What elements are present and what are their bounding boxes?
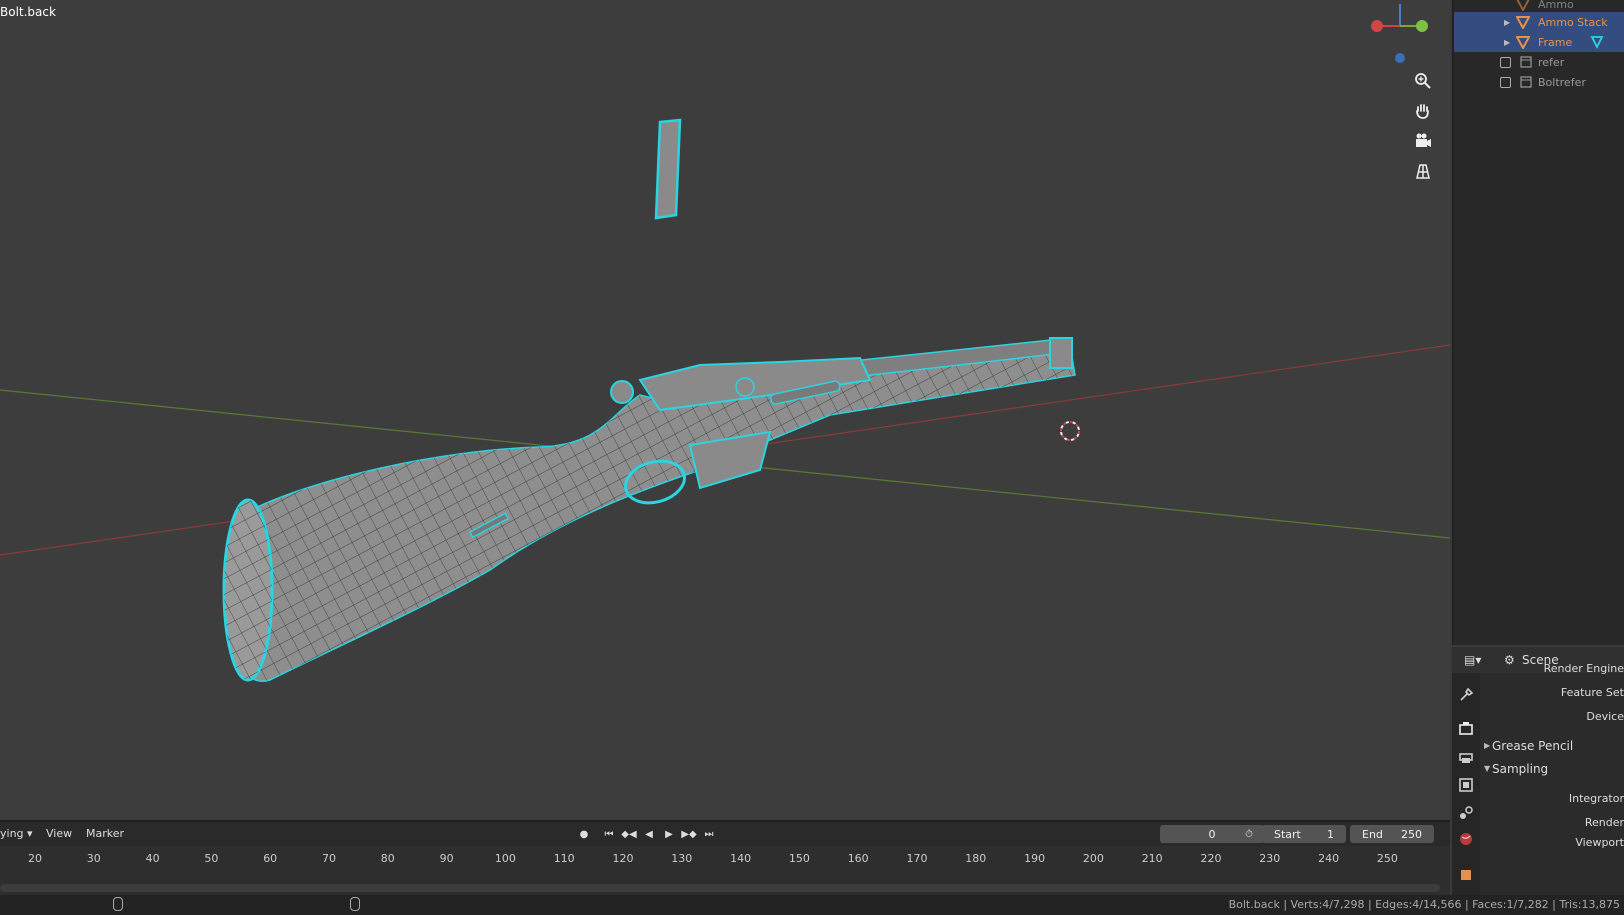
viewport-scene[interactable] — [0, 0, 1450, 820]
frame-tick-label: 150 — [788, 852, 810, 865]
viewport-samples-label: Viewport — [1575, 836, 1624, 849]
render-samples-label: Render — [1584, 816, 1624, 829]
prev-keyframe-icon[interactable]: ◆◀ — [620, 825, 638, 843]
frame-tick-label: 120 — [612, 852, 634, 865]
3d-viewport[interactable]: Bolt.back — [0, 0, 1450, 820]
frame-tick-label: 80 — [380, 852, 395, 865]
scene-tab-icon[interactable] — [1458, 805, 1474, 821]
frame-tick-label: 140 — [730, 852, 752, 865]
3d-cursor[interactable] — [1060, 421, 1080, 441]
expand-icon[interactable]: ▶ — [1504, 18, 1510, 27]
frame-tick-label: 250 — [1376, 852, 1398, 865]
camera-icon[interactable] — [1410, 128, 1436, 154]
object-tab-icon[interactable] — [1458, 867, 1474, 883]
frame-tick-label: 210 — [1141, 852, 1163, 865]
editor-type-icon[interactable]: ▤▾ — [1464, 653, 1481, 667]
expanded-arrow-icon: ▼ — [1484, 764, 1491, 773]
frame-tick-label: 70 — [322, 852, 336, 865]
mesh-icon — [1516, 0, 1530, 11]
view-menu[interactable]: View — [46, 827, 72, 840]
outliner-item-frame[interactable]: ▶ Frame — [1454, 32, 1624, 52]
timeline-scrollbar[interactable] — [0, 884, 1440, 892]
integrator-label: Integrator — [1568, 792, 1624, 805]
view-layer-tab-icon[interactable] — [1458, 777, 1474, 793]
play-icon[interactable]: ▶ — [660, 825, 678, 843]
properties-tabs — [1452, 673, 1480, 895]
frame-tick-label: 240 — [1318, 852, 1340, 865]
outliner-item-ammo-stack[interactable]: ▶ Ammo Stack — [1454, 12, 1624, 32]
mode-dropdown[interactable]: ying ▾ — [0, 827, 33, 840]
frame-tick-label: 90 — [439, 852, 454, 865]
exclude-checkbox[interactable] — [1500, 56, 1511, 68]
mesh-icon — [1516, 36, 1530, 49]
device-label: Device — [1586, 710, 1624, 723]
hand-icon[interactable] — [1410, 98, 1436, 124]
stopwatch-icon[interactable]: ⏱ — [1240, 825, 1258, 843]
jump-start-icon[interactable]: ⏮ — [600, 825, 618, 843]
modifier-icon[interactable] — [1590, 35, 1604, 49]
zoom-icon[interactable] — [1410, 68, 1436, 94]
grid-icon[interactable] — [1410, 158, 1436, 184]
frame-tick-label: 130 — [671, 852, 693, 865]
rifle-mesh[interactable] — [222, 337, 1076, 683]
frame-tick-label: 60 — [263, 852, 278, 865]
scene-statistics: Bolt.back | Verts:4/7,298 | Edges:4/14,5… — [1228, 898, 1620, 911]
frame-tick-label: 50 — [204, 852, 219, 865]
exclude-checkbox[interactable] — [1500, 76, 1511, 88]
outliner-item-refer[interactable]: refer — [1454, 52, 1624, 72]
frame-tick-label: 190 — [1024, 852, 1046, 865]
mouse-middle-icon — [350, 897, 360, 911]
world-tab-icon[interactable] — [1458, 831, 1474, 847]
jump-end-icon[interactable]: ⏭ — [700, 825, 718, 843]
scene-icon: ⚙ — [1504, 653, 1515, 667]
record-icon[interactable]: ● — [575, 825, 593, 843]
frame-tick-label: 40 — [145, 852, 160, 865]
render-engine-label: Render Engine — [1543, 662, 1624, 675]
active-object-name: Bolt.back — [0, 5, 56, 19]
properties-panel[interactable]: ▤▾ ⚙ Scene Render Engine Feature Set Dev… — [1452, 647, 1624, 895]
tool-tab-icon[interactable] — [1458, 687, 1474, 703]
frame-tick-label: 170 — [906, 852, 928, 865]
timeline-ruler[interactable]: 20 30 40 50 60 70 80 90 100 110 120 130 140 150 160 170… — [0, 846, 1450, 876]
output-tab-icon[interactable] — [1458, 749, 1474, 765]
frame-tick-label: 20 — [28, 852, 42, 865]
frame-tick-label: 30 — [86, 852, 101, 865]
navigation-gizmo[interactable] — [1360, 0, 1440, 70]
frame-tick-label: 180 — [965, 852, 987, 865]
frame-tick-label: 110 — [553, 852, 575, 865]
frame-tick-label: 230 — [1259, 852, 1281, 865]
collection-icon — [1520, 76, 1532, 88]
mouse-left-icon — [113, 897, 123, 911]
timeline-editor[interactable]: ying ▾ View Marker ● ⏮ ◆◀ ◀ ▶ ▶◆ ⏭ 0 ⏱ S… — [0, 820, 1450, 897]
frame-tick-label: 100 — [494, 852, 516, 865]
collapsed-arrow-icon: ▶ — [1484, 741, 1491, 750]
timeline-header: ying ▾ View Marker ● ⏮ ◆◀ ◀ ▶ ▶◆ ⏭ 0 ⏱ S… — [0, 822, 1450, 846]
status-bar: Bolt.back | Verts:4/7,298 | Edges:4/14,5… — [0, 895, 1624, 915]
expand-icon[interactable]: ▶ — [1504, 38, 1510, 47]
ammo-clip-mesh[interactable] — [654, 118, 682, 220]
start-frame-field[interactable]: Start 1 — [1262, 825, 1346, 843]
frame-tick-label: 220 — [1200, 852, 1222, 865]
feature-set-label: Feature Set — [1560, 686, 1624, 699]
frame-tick-label: 200 — [1082, 852, 1104, 865]
collection-icon — [1520, 56, 1532, 68]
render-tab-icon[interactable] — [1458, 721, 1474, 737]
outliner-item-boltrefer[interactable]: Boltrefer — [1454, 72, 1624, 92]
outliner-panel[interactable]: Ammo ▶ Ammo Stack ▶ Frame refer Boltrefe… — [1452, 0, 1624, 645]
end-frame-field[interactable]: End 250 — [1350, 825, 1434, 843]
play-reverse-icon[interactable]: ◀ — [640, 825, 658, 843]
next-keyframe-icon[interactable]: ▶◆ — [680, 825, 698, 843]
mesh-icon — [1516, 16, 1530, 29]
frame-tick-label: 160 — [847, 852, 869, 865]
marker-menu[interactable]: Marker — [86, 827, 124, 840]
